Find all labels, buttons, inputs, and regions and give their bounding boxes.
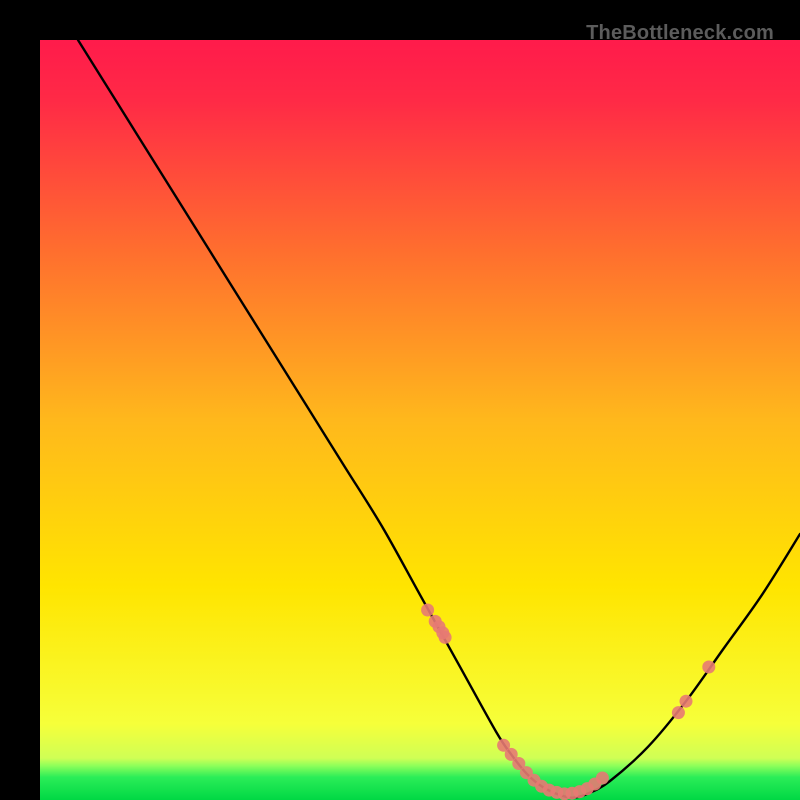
sample-point bbox=[596, 772, 609, 785]
sample-point bbox=[439, 631, 452, 644]
watermark-text: TheBottleneck.com bbox=[586, 22, 774, 45]
chart-frame: TheBottleneck.com bbox=[20, 20, 780, 780]
bottleneck-chart bbox=[40, 40, 800, 800]
sample-point bbox=[702, 661, 715, 674]
sample-point bbox=[680, 695, 693, 708]
sample-point bbox=[421, 604, 434, 617]
heat-background bbox=[40, 40, 800, 800]
sample-point bbox=[672, 706, 685, 719]
